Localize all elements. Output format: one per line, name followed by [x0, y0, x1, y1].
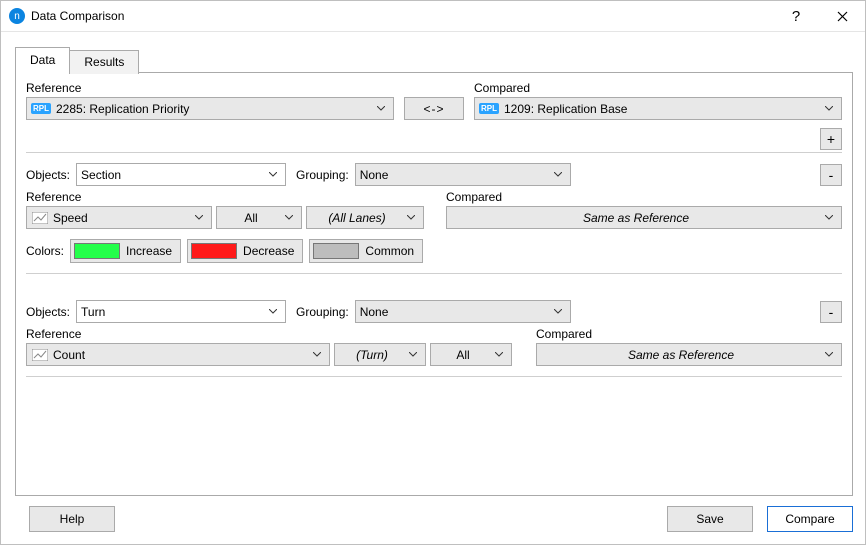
divider	[26, 273, 842, 274]
dialog-footer: Help Save Compare	[1, 506, 865, 544]
color-decrease-label: Decrease	[243, 244, 294, 258]
cmp-value: Same as Reference	[451, 211, 821, 225]
grouping-dropdown-2[interactable]: None	[355, 300, 571, 323]
chevron-down-icon	[550, 172, 566, 177]
color-swatch-common	[313, 243, 359, 259]
divider	[26, 152, 842, 153]
reference-dropdown-text: 2285: Replication Priority	[56, 102, 189, 116]
ref-metric-speed-dropdown[interactable]: Speed	[26, 206, 212, 229]
rpl-badge-icon: RPL	[479, 103, 499, 114]
divider	[26, 376, 842, 377]
add-section-button[interactable]: +	[820, 128, 842, 150]
tab-strip: Data Results	[15, 46, 853, 72]
color-swatch-decrease	[191, 243, 237, 259]
chevron-down-icon	[821, 215, 837, 220]
color-increase[interactable]: Increase	[70, 239, 181, 263]
chevron-down-icon	[821, 352, 837, 357]
metric-line-icon	[31, 210, 49, 226]
help-icon: ?	[792, 8, 800, 25]
reference-sub-label-1: Reference	[26, 190, 436, 204]
compared-label: Compared	[474, 81, 842, 95]
chevron-down-icon	[403, 215, 419, 220]
chevron-down-icon	[281, 215, 297, 220]
cmp-same-as-ref-dropdown-2[interactable]: Same as Reference	[536, 343, 842, 366]
swap-icon: <->	[423, 102, 444, 116]
chevron-down-icon	[265, 172, 281, 177]
cmp-value-2: Same as Reference	[541, 348, 821, 362]
chevron-down-icon	[821, 106, 837, 111]
chevron-down-icon	[191, 215, 207, 220]
chevron-down-icon	[373, 106, 389, 111]
tab-results[interactable]: Results	[69, 50, 139, 74]
ref-metric-2-text: Count	[53, 348, 85, 362]
tab-pane-data: Reference RPL 2285: Replication Priority…	[15, 72, 853, 496]
objects-label-2: Objects:	[26, 305, 70, 319]
color-common-label: Common	[365, 244, 414, 258]
grouping-label-2: Grouping:	[296, 305, 349, 319]
compared-sub-label-2: Compared	[536, 327, 842, 341]
color-decrease[interactable]: Decrease	[187, 239, 303, 263]
titlebar: n Data Comparison ?	[1, 1, 865, 32]
reference-sub-label-2: Reference	[26, 327, 526, 341]
tab-data[interactable]: Data	[15, 47, 70, 73]
cmp-same-as-ref-dropdown-1[interactable]: Same as Reference	[446, 206, 842, 229]
chevron-down-icon	[491, 352, 507, 357]
ref-scope-lanes-dropdown[interactable]: (All Lanes)	[306, 206, 424, 229]
compared-sub-label-1: Compared	[446, 190, 842, 204]
remove-section-button-1[interactable]: -	[820, 164, 842, 186]
chevron-down-icon	[405, 352, 421, 357]
objects-value: Section	[81, 168, 121, 182]
compared-dropdown[interactable]: RPL 1209: Replication Base	[474, 97, 842, 120]
reference-dropdown[interactable]: RPL 2285: Replication Priority	[26, 97, 394, 120]
grouping-value-2: None	[360, 305, 389, 319]
grouping-value: None	[360, 168, 389, 182]
colors-label: Colors:	[26, 244, 64, 258]
ref-filter-2-text: All	[435, 348, 491, 362]
chevron-down-icon	[265, 309, 281, 314]
rpl-badge-icon: RPL	[31, 103, 51, 114]
metric-line-icon	[31, 347, 49, 363]
close-button[interactable]	[819, 1, 865, 32]
ref-filter-text: All	[221, 211, 281, 225]
window-title: Data Comparison	[31, 9, 124, 23]
help-button[interactable]: ?	[773, 1, 819, 32]
close-icon	[837, 11, 848, 22]
objects-value-2: Turn	[81, 305, 105, 319]
compared-dropdown-text: 1209: Replication Base	[504, 102, 627, 116]
swap-button[interactable]: <->	[404, 97, 464, 120]
color-swatch-increase	[74, 243, 120, 259]
help-footer-button[interactable]: Help	[29, 506, 115, 532]
ref-metric-text: Speed	[53, 211, 88, 225]
grouping-label: Grouping:	[296, 168, 349, 182]
objects-dropdown-section[interactable]: Section	[76, 163, 286, 186]
compare-button[interactable]: Compare	[767, 506, 853, 532]
ref-filter-all-dropdown[interactable]: All	[216, 206, 302, 229]
ref-filter-2-dropdown[interactable]: All	[430, 343, 512, 366]
chevron-down-icon	[550, 309, 566, 314]
ref-scope-turn-dropdown[interactable]: (Turn)	[334, 343, 426, 366]
ref-metric-count-dropdown[interactable]: Count	[26, 343, 330, 366]
remove-section-button-2[interactable]: -	[820, 301, 842, 323]
objects-dropdown-turn[interactable]: Turn	[76, 300, 286, 323]
reference-label: Reference	[26, 81, 394, 95]
color-common[interactable]: Common	[309, 239, 423, 263]
objects-label: Objects:	[26, 168, 70, 182]
grouping-dropdown-1[interactable]: None	[355, 163, 571, 186]
app-icon: n	[9, 8, 25, 24]
ref-scope-text: (All Lanes)	[311, 211, 403, 225]
color-increase-label: Increase	[126, 244, 172, 258]
save-button[interactable]: Save	[667, 506, 753, 532]
ref-scope-2-text: (Turn)	[339, 348, 405, 362]
chevron-down-icon	[309, 352, 325, 357]
